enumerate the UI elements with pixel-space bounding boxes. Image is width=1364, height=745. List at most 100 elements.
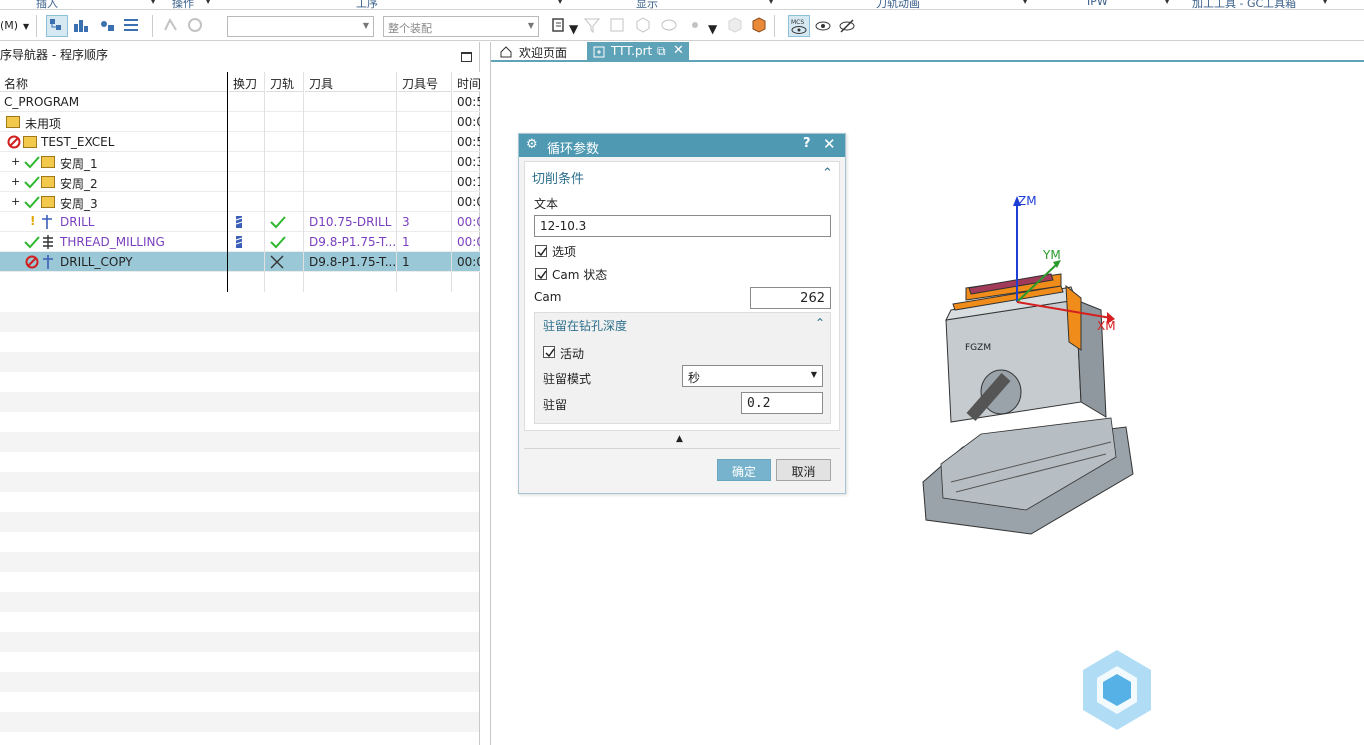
cam-state-checkbox[interactable] xyxy=(535,268,547,280)
path-missing-x-icon xyxy=(270,255,284,269)
chevron-down-icon[interactable]: ▼ xyxy=(1164,0,1170,5)
filter-combo[interactable]: ▼ xyxy=(227,16,374,37)
tab-ttt-prt[interactable]: TTT.prt ⧉ ✕ xyxy=(587,42,689,62)
table-row[interactable]: + 安周_3 00:0 xyxy=(0,192,480,212)
close-icon[interactable]: ✕ xyxy=(673,43,684,58)
eye-show-icon[interactable] xyxy=(814,16,832,34)
geometry-view-icon[interactable] xyxy=(98,16,116,34)
close-icon[interactable]: ✕ xyxy=(823,135,836,153)
eye-hide-icon[interactable] xyxy=(838,16,856,34)
dwell-input[interactable]: 0.2 xyxy=(741,392,823,414)
cutting-conditions-section: 切削条件 ⌃ 文本 12-10.3 选项 Cam 状态 Cam 262 驻留在钻… xyxy=(524,161,840,431)
funnel-icon[interactable] xyxy=(583,16,601,34)
text-input[interactable]: 12-10.3 xyxy=(534,215,831,237)
axis-label-ym: YM xyxy=(1043,248,1061,262)
navigator-title: 序导航器 - 程序顺序 xyxy=(0,48,108,62)
collapse-icon[interactable]: ⌃ xyxy=(822,166,833,181)
ribbon-group-toolpath-animation[interactable]: 刀轨动画 xyxy=(876,0,920,9)
hexagon-icon[interactable] xyxy=(634,16,652,34)
active-checkbox[interactable] xyxy=(543,346,555,358)
expand-icon[interactable]: + xyxy=(11,175,20,188)
chevron-down-icon[interactable]: ▼ xyxy=(150,0,156,5)
dwell-mode-select[interactable]: 秒 ▼ xyxy=(682,365,823,387)
row-tool: D10.75-DRILL xyxy=(309,215,392,229)
verify-toolpath-icon[interactable] xyxy=(186,16,204,34)
column-header-time[interactable]: 时间 xyxy=(453,72,480,92)
cam-label: Cam xyxy=(534,290,562,304)
cam-input[interactable]: 262 xyxy=(750,287,831,309)
option-checkbox[interactable] xyxy=(535,245,547,257)
section-title-cutting-conditions[interactable]: 切削条件 xyxy=(532,168,584,187)
table-row[interactable]: + 安周_1 00:3 xyxy=(0,152,480,172)
help-icon[interactable]: ? xyxy=(803,136,811,151)
machine-tool-view-icon[interactable] xyxy=(72,16,90,34)
assembly-scope-combo[interactable]: 整个装配 ▼ xyxy=(383,16,539,37)
ribbon-group-operation[interactable]: 操作 xyxy=(172,0,194,9)
toolbar-divider xyxy=(36,15,37,37)
table-row[interactable]: C_PROGRAM 00:5 xyxy=(0,92,480,112)
ribbon-group-process[interactable]: 工序 xyxy=(356,0,378,9)
toolbar-divider xyxy=(152,15,153,37)
column-header-toolchange[interactable]: 换刀 xyxy=(229,72,265,92)
table-row[interactable]: ! DRILL D10.75-DRILL 3 00:0 xyxy=(0,212,480,232)
column-header-name[interactable]: 名称 xyxy=(0,72,227,92)
ok-button[interactable]: 确定 xyxy=(717,459,771,481)
chevron-down-icon[interactable]: ▼ xyxy=(1322,0,1328,5)
empty-rows-area xyxy=(0,292,479,745)
table-row[interactable]: TEST_EXCEL 00:5 xyxy=(0,132,480,152)
check-icon xyxy=(24,176,40,189)
method-view-icon[interactable] xyxy=(122,16,140,34)
column-header-path[interactable]: 刀轨 xyxy=(266,72,304,92)
mode-label[interactable]: (M) xyxy=(0,19,18,39)
table-row[interactable]: 未用项 00:0 xyxy=(0,112,480,132)
chevron-down-icon[interactable]: ▼ xyxy=(768,0,774,5)
expand-icon[interactable]: + xyxy=(11,155,20,168)
table-row[interactable]: + 安周_2 00:1 xyxy=(0,172,480,192)
row-name: DRILL xyxy=(60,215,95,229)
maximize-icon[interactable] xyxy=(461,52,472,62)
dialog-title: 循环参数 xyxy=(547,142,600,157)
chevron-down-icon[interactable]: ▼ xyxy=(557,0,563,5)
chevron-down-icon[interactable]: ▼ xyxy=(708,22,717,36)
row-time: 00:0 xyxy=(457,255,480,269)
chevron-down-icon[interactable]: ▼ xyxy=(569,22,578,36)
collapse-dialog-icon[interactable]: ▲ xyxy=(676,434,683,444)
ribbon-group-ipw[interactable]: IPW xyxy=(1087,0,1108,9)
cube-gray-icon[interactable] xyxy=(726,16,744,34)
ribbon-bar: 插入 ▼ 操作 ▼ 工序 ▼ 显示 ▼ 刀轨动画 ▼ IPW ▼ 加工工具 - … xyxy=(0,0,1364,10)
select-filter-icon[interactable] xyxy=(550,16,568,34)
svg-text:MCS: MCS xyxy=(791,19,804,26)
tab-welcome[interactable]: 欢迎页面 xyxy=(495,42,573,62)
column-header-tool-number[interactable]: 刀具号 xyxy=(398,72,452,92)
dialog-titlebar[interactable]: ⚙ 循环参数 ? ✕ xyxy=(519,134,845,157)
point-icon[interactable] xyxy=(686,16,704,34)
cube-color-icon[interactable] xyxy=(750,16,768,34)
chevron-down-icon[interactable]: ▼ xyxy=(205,0,211,5)
chevron-down-icon[interactable]: ▼ xyxy=(23,22,29,31)
table-row[interactable]: THREAD_MILLING D9.8-P1.75-T... 1 00:0 xyxy=(0,232,480,252)
row-tool: D9.8-P1.75-T... xyxy=(309,235,397,249)
ribbon-group-insert[interactable]: 插入 xyxy=(36,0,58,9)
body-icon[interactable] xyxy=(660,16,678,34)
mcs-display-icon[interactable]: MCS xyxy=(788,15,810,37)
row-time: 00:0 xyxy=(457,195,480,209)
section-title-dwell[interactable]: 驻留在钻孔深度 xyxy=(543,317,627,334)
row-tool-number: 1 xyxy=(402,235,410,249)
row-name: C_PROGRAM xyxy=(4,95,80,109)
axis-label-xm: XM xyxy=(1097,319,1116,333)
ribbon-group-display[interactable]: 显示 xyxy=(636,0,658,9)
table-row-selected[interactable]: DRILL_COPY D9.8-P1.75-T... 1 00:0 xyxy=(0,252,480,272)
program-order-view-icon[interactable] xyxy=(46,15,68,37)
chevron-down-icon[interactable]: ▼ xyxy=(1022,0,1028,5)
folder-icon xyxy=(41,156,55,168)
collapse-icon[interactable]: ⌃ xyxy=(815,316,825,330)
generate-toolpath-icon[interactable] xyxy=(162,16,180,34)
drill-operation-icon xyxy=(43,255,53,269)
expand-icon[interactable]: + xyxy=(11,195,20,208)
snap-icon[interactable] xyxy=(608,16,626,34)
cancel-button[interactable]: 取消 xyxy=(776,459,831,481)
column-header-tool[interactable]: 刀具 xyxy=(305,72,397,92)
error-icon xyxy=(7,135,21,149)
axis-label-zm: ZM xyxy=(1018,194,1037,208)
ribbon-group-gc-toolkit[interactable]: 加工工具 - GC工具箱 xyxy=(1192,0,1296,9)
